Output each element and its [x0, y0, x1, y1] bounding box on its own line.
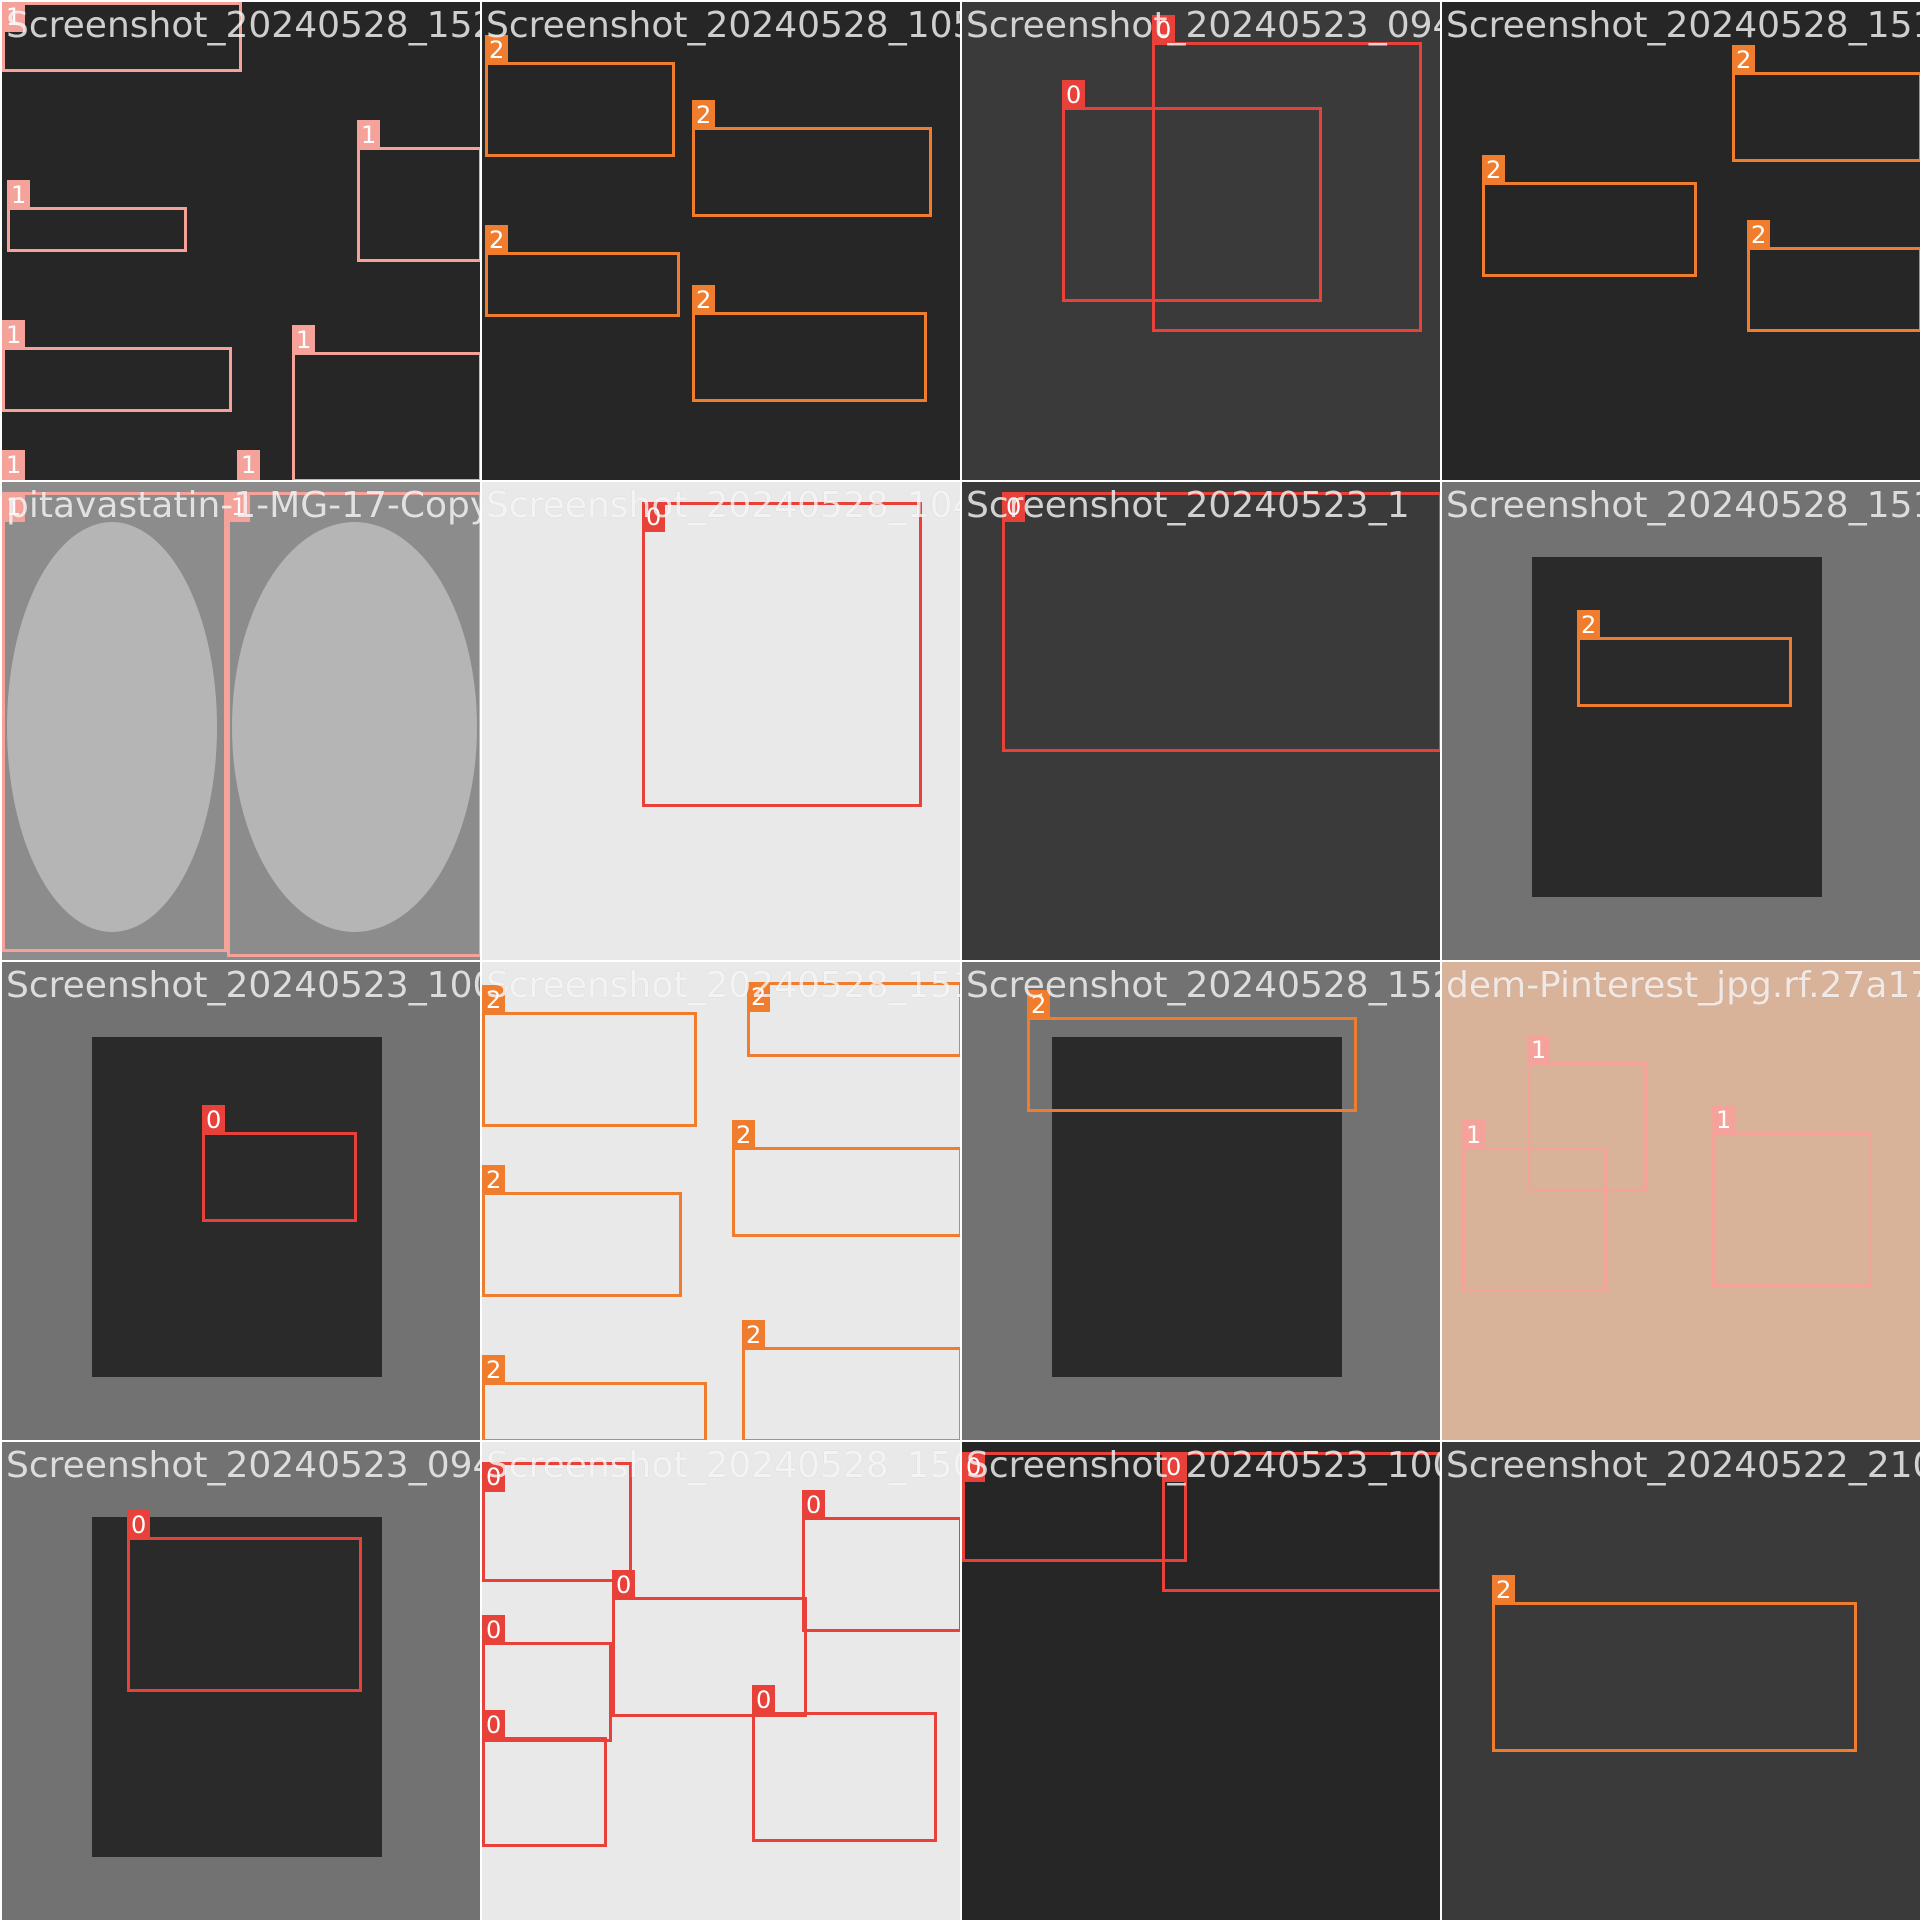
class-label: 1: [2, 492, 26, 522]
mosaic-tile: 2 2 2 Screenshot_20240528_1519: [1440, 0, 1920, 480]
class-label: 1: [237, 450, 261, 480]
mosaic-tile: 11pitavastatin-1-MG-17-Copy_jpg.rf.7958: [0, 480, 480, 960]
class-label: 2: [692, 285, 716, 315]
bounding-box-class-2: 2: [1027, 990, 1357, 1112]
class-label: 0: [127, 1510, 151, 1540]
bounding-box-class-0: 0: [962, 1452, 1187, 1562]
class-label: 2: [485, 225, 509, 255]
bounding-box-class-1: 1: [1462, 1120, 1607, 1292]
class-label: 1: [1527, 1035, 1551, 1065]
bounding-box-class-1: 1: [357, 120, 480, 262]
bounding-box-class-2: 2: [1732, 45, 1920, 162]
class-label: 1: [1462, 1120, 1486, 1150]
class-label: 2: [482, 985, 506, 1015]
class-label: 0: [642, 502, 666, 532]
mosaic-tile: 2 2 2 2 2 2 Screenshot_20240528_1515: [480, 960, 960, 1440]
bounding-box-class-2: 2: [1482, 155, 1697, 277]
class-label: 2: [1577, 610, 1601, 640]
class-label: 0: [962, 1452, 986, 1482]
class-label: 2: [747, 982, 771, 1012]
bounding-box-class-0: 0: [752, 1685, 937, 1842]
mosaic-tile: 2 Screenshot_20240528_1520: [960, 960, 1440, 1440]
class-label: 1: [2, 320, 26, 350]
bounding-box-class-1: 1: [292, 325, 480, 480]
bounding-box-class-2: 2: [692, 285, 927, 402]
class-label: 0: [1002, 492, 1026, 522]
class-label: 1: [7, 180, 31, 210]
bounding-box-class-1: 1: [2, 2, 242, 72]
bounding-box-class-0: 0: [482, 1710, 607, 1847]
bounding-box-class-0: 0: [1002, 492, 1440, 752]
bounding-box-class-0: 0: [202, 1105, 357, 1222]
class-label: 2: [1027, 990, 1051, 1020]
class-label: 0: [482, 1710, 506, 1740]
mosaic-tile: 0 0 Screenshot_20240523_0941: [960, 0, 1440, 480]
class-label: 1: [2, 450, 26, 480]
bounding-box-class-2: 2: [1747, 220, 1920, 332]
class-label: 0: [802, 1490, 826, 1520]
bounding-box-class-2: 2: [482, 1355, 707, 1440]
mosaic-tile: 2 2 2 2 Screenshot_20240528_1055: [480, 0, 960, 480]
class-label: 1: [357, 120, 381, 150]
bounding-box-class-1: 1: [2, 320, 232, 412]
bounding-box-class-2: 2: [1577, 610, 1792, 707]
class-label: 2: [485, 35, 509, 65]
bounding-box-class-1: 1: [2, 492, 227, 952]
class-label: 2: [692, 100, 716, 130]
bounding-box-class-0: 0: [1162, 1452, 1440, 1592]
bounding-box-class-0: 0: [642, 502, 922, 807]
bounding-box-class-0: 0: [802, 1490, 960, 1632]
bounding-box-class-0: 0: [482, 1462, 632, 1582]
bounding-box-class-2: 2: [485, 225, 680, 317]
bounding-box-class-2: 2: [747, 982, 960, 1057]
class-label: 0: [482, 1615, 506, 1645]
class-label: 2: [732, 1120, 756, 1150]
class-label: 2: [1732, 45, 1756, 75]
class-label: 1: [2, 2, 26, 32]
bounding-box-class-1: 1: [7, 180, 187, 252]
mosaic-tile: 0 0 0 0 0 0 Screenshot_20240528_1506: [480, 1440, 960, 1920]
class-label: 0: [1162, 1452, 1186, 1482]
class-label: 2: [1492, 1575, 1516, 1605]
bounding-box-class-0: 0: [612, 1570, 807, 1717]
class-label: 0: [482, 1462, 506, 1492]
class-label: 2: [742, 1320, 766, 1350]
bounding-box-class-2: 2: [692, 100, 932, 217]
class-label: 2: [1482, 155, 1506, 185]
class-label: 1: [227, 492, 251, 522]
bounding-box-class-2: 2: [482, 985, 697, 1127]
bounding-box-class-2: 2: [742, 1320, 960, 1440]
bounding-box-class-0: 0: [127, 1510, 362, 1692]
class-label: 1: [1712, 1105, 1736, 1135]
mosaic-tile: 1 1 1 1 1 1 1 Screenshot_20240528_1522: [0, 0, 480, 480]
bounding-box-class-1: 1: [227, 492, 480, 957]
class-label: 0: [202, 1105, 226, 1135]
mosaic-tile: 0 Screenshot_20240528_1047: [480, 480, 960, 960]
mosaic-tile: 2 Screenshot_20240528_1515: [1440, 480, 1920, 960]
mosaic-tile: 0 Screenshot_20240523_0940: [0, 1440, 480, 1920]
bounding-box-class-2: 2: [1492, 1575, 1857, 1752]
class-label: 0: [1152, 15, 1176, 45]
phone-screenshot: [1532, 557, 1822, 897]
bounding-box-class-2: 2: [485, 35, 675, 157]
class-label: 2: [482, 1355, 506, 1385]
class-label: 2: [482, 1165, 506, 1195]
class-label: 0: [1062, 80, 1086, 110]
class-label: 1: [292, 325, 316, 355]
bounding-box-class-1: 1: [1712, 1105, 1872, 1287]
mosaic-tile: 0 Screenshot_20240523_1: [960, 480, 1440, 960]
class-label: 0: [612, 1570, 636, 1600]
bounding-box-class-0: 0: [1152, 15, 1422, 332]
mosaic-tile: 111dem-Pinterest_jpg.rf.27a1796c: [1440, 960, 1920, 1440]
mosaic-tile: 0 0 Screenshot_20240523_1002: [960, 1440, 1440, 1920]
class-label: 2: [1747, 220, 1771, 250]
bounding-box-class-2: 2: [732, 1120, 960, 1237]
class-label: 0: [752, 1685, 776, 1715]
bounding-box-class-2: 2: [482, 1165, 682, 1297]
detection-mosaic-grid: 1 1 1 1 1 1 1 Screenshot_20240528_1522 2 2 2 2 Scree…: [0, 0, 1920, 1920]
mosaic-tile: 0 Screenshot_20240523_1007: [0, 960, 480, 1440]
mosaic-tile: 2 Screenshot_20240522_2100: [1440, 1440, 1920, 1920]
